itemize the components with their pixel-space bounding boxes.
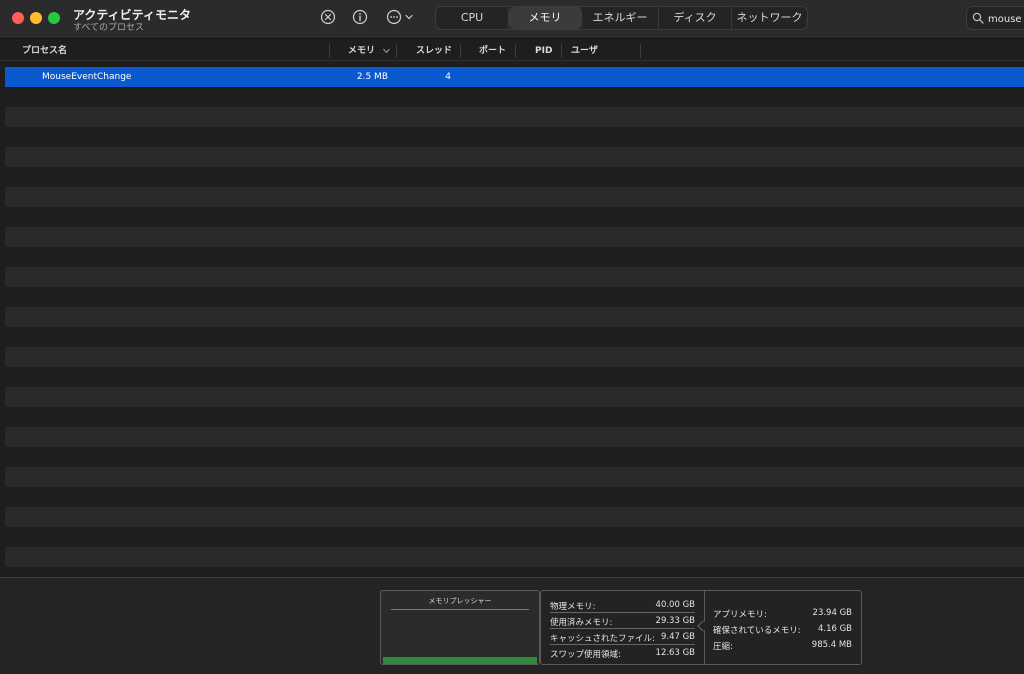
table-row[interactable]: MouseEventChange 2.5 MB 4 <box>5 67 1024 87</box>
stat-physical-memory: 物理メモリ: 40.00 GB <box>550 597 695 613</box>
memory-pressure-graph: メモリプレッシャー <box>380 590 540 665</box>
memory-summary-pane: メモリプレッシャー 物理メモリ: 40.00 GB 使用済みメモリ: 29.33… <box>0 577 1024 674</box>
search-field[interactable] <box>966 6 1024 30</box>
column-divider[interactable] <box>515 44 516 58</box>
stat-app-memory: アプリメモリ: 23.94 GB <box>713 605 852 621</box>
column-divider[interactable] <box>640 44 641 58</box>
tab-cpu[interactable]: CPU <box>436 7 509 29</box>
stat-wired-memory: 確保されているメモリ: 4.16 GB <box>713 621 852 637</box>
empty-table-row <box>5 127 1024 147</box>
empty-table-row <box>5 207 1024 227</box>
empty-table-row <box>5 267 1024 287</box>
view-tabs: CPU メモリ エネルギー ディスク ネットワーク <box>435 6 808 30</box>
empty-table-row <box>5 507 1024 527</box>
stat-used-memory: 使用済みメモリ: 29.33 GB <box>550 613 695 629</box>
memory-pressure-title: メモリプレッシャー <box>428 597 492 605</box>
pressure-divider <box>391 609 529 610</box>
stat-label: 物理メモリ: <box>550 602 596 612</box>
process-table: MouseEventChange 2.5 MB 4 <box>5 67 1024 567</box>
tab-network[interactable]: ネットワーク <box>732 7 807 29</box>
column-divider[interactable] <box>561 44 562 58</box>
zoom-window-button[interactable] <box>48 12 60 24</box>
stats-bracket <box>697 620 709 632</box>
stat-label: スワップ使用領域: <box>550 650 621 660</box>
process-name-cell: MouseEventChange <box>42 72 132 82</box>
stat-value: 40.00 GB <box>655 600 695 610</box>
stat-swap-used: スワップ使用領域: 12.63 GB <box>550 645 695 661</box>
close-window-button[interactable] <box>12 12 24 24</box>
threads-cell: 4 <box>445 72 451 82</box>
empty-table-row <box>5 107 1024 127</box>
empty-table-row <box>5 367 1024 387</box>
empty-table-row <box>5 327 1024 347</box>
column-divider[interactable] <box>460 44 461 58</box>
empty-table-row <box>5 287 1024 307</box>
memory-pressure-fill <box>383 657 537 664</box>
column-header-pid[interactable]: PID <box>535 41 552 61</box>
empty-table-row <box>5 167 1024 187</box>
column-header-process-name[interactable]: プロセス名 <box>22 41 67 61</box>
stat-label: 圧縮: <box>713 642 733 652</box>
column-header-ports[interactable]: ポート <box>479 41 506 61</box>
tab-memory[interactable]: メモリ <box>509 7 582 29</box>
table-header: プロセス名 メモリ スレッド ポート PID ユーザ <box>0 41 1024 61</box>
stat-value: 4.16 GB <box>817 624 852 634</box>
empty-table-row <box>5 527 1024 547</box>
tab-disk[interactable]: ディスク <box>659 7 732 29</box>
empty-table-row <box>5 247 1024 267</box>
empty-table-row <box>5 427 1024 447</box>
memory-stats-box: 物理メモリ: 40.00 GB 使用済みメモリ: 29.33 GB キャッシュさ… <box>540 590 862 665</box>
stat-cached-files: キャッシュされたファイル: 9.47 GB <box>550 629 695 645</box>
empty-table-row <box>5 487 1024 507</box>
empty-table-row <box>5 227 1024 247</box>
stop-process-icon[interactable] <box>320 9 336 25</box>
empty-table-row <box>5 467 1024 487</box>
empty-table-row <box>5 387 1024 407</box>
empty-table-row <box>5 307 1024 327</box>
empty-table-row <box>5 547 1024 567</box>
stat-value: 23.94 GB <box>812 608 852 618</box>
stat-value: 29.33 GB <box>655 616 695 626</box>
sort-descending-icon[interactable] <box>383 48 390 54</box>
stat-value: 9.47 GB <box>660 632 695 642</box>
stat-value: 12.63 GB <box>655 648 695 658</box>
empty-table-row <box>5 147 1024 167</box>
stat-label: 確保されているメモリ: <box>713 626 801 636</box>
more-actions-icon[interactable] <box>386 9 416 25</box>
info-icon[interactable] <box>352 9 368 25</box>
stat-compressed: 圧縮: 985.4 MB <box>713 637 852 653</box>
stat-label: アプリメモリ: <box>713 610 767 620</box>
empty-table-row <box>5 447 1024 467</box>
empty-table-row <box>5 87 1024 107</box>
minimize-window-button[interactable] <box>30 12 42 24</box>
search-icon <box>972 12 984 24</box>
empty-table-row <box>5 347 1024 367</box>
column-header-threads[interactable]: スレッド <box>416 41 452 61</box>
column-header-user[interactable]: ユーザ <box>571 41 598 61</box>
memory-cell: 2.5 MB <box>356 72 388 82</box>
stat-value: 985.4 MB <box>811 640 852 650</box>
empty-table-row <box>5 407 1024 427</box>
memory-pressure-bar <box>383 657 537 664</box>
window-subtitle: すべてのプロセス <box>73 23 145 33</box>
column-divider[interactable] <box>329 44 330 58</box>
stat-label: キャッシュされたファイル: <box>550 634 655 644</box>
empty-table-row <box>5 187 1024 207</box>
search-input[interactable] <box>988 11 1024 27</box>
column-divider[interactable] <box>396 44 397 58</box>
stat-label: 使用済みメモリ: <box>550 618 613 628</box>
column-header-memory[interactable]: メモリ <box>348 41 375 61</box>
window-toolbar: アクティビティモニタ すべてのプロセス CPU メモリ エネルギー ディスク ネ… <box>0 0 1024 39</box>
tab-energy[interactable]: エネルギー <box>582 7 659 29</box>
